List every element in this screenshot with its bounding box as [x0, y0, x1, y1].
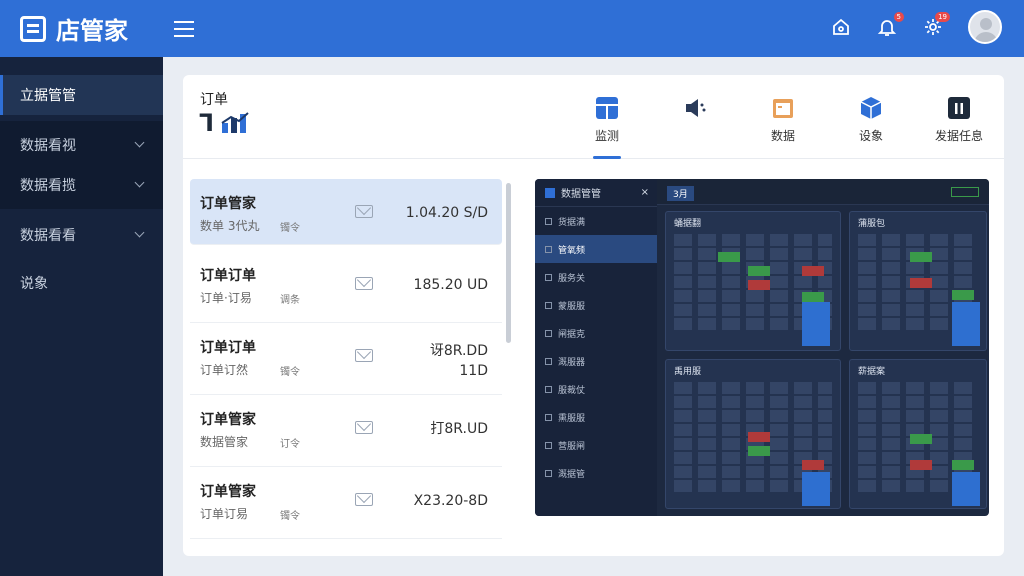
mail-icon[interactable] [355, 349, 373, 362]
home-icon[interactable] [830, 16, 852, 38]
list-scrollbar[interactable] [506, 183, 511, 343]
preview-menu-item[interactable]: 溉服器 [535, 347, 657, 375]
speaker-icon [686, 99, 706, 117]
header-glyphs: ᒣ [199, 109, 250, 137]
chevron-down-icon [134, 177, 145, 188]
preview-menu-item[interactable]: 熏服服 [535, 403, 657, 431]
sidebar-item-2[interactable]: 数据看揽 [0, 165, 163, 205]
avatar[interactable] [968, 10, 1002, 44]
preview-panel: 禹用服 [665, 359, 841, 509]
list-item[interactable]: 订单管家 数单 3代丸 镯令 1.04.20 S/D [190, 179, 502, 245]
bar-chart-icon [948, 97, 970, 119]
chart-icon [221, 112, 249, 133]
mail-icon[interactable] [355, 493, 373, 506]
preview-menu-item[interactable]: 闸据克 [535, 319, 657, 347]
box-icon [860, 97, 882, 119]
bell-icon[interactable]: 5 [876, 12, 904, 38]
tab-0[interactable]: 监测 [563, 95, 651, 159]
page-title: 订单 [200, 92, 228, 108]
sidebar-item-0[interactable]: 立据管管 [0, 75, 163, 115]
panel-header: 订单 ᒣ 监测 数据 设象 发据任息 [183, 75, 1004, 159]
tab-2[interactable]: 数据 [739, 95, 827, 159]
main-panel: 订单 ᒣ 监测 数据 设象 发据任息 订单管家 数单 3代丸 镯令 1.04.2… [183, 75, 1004, 556]
mail-icon[interactable] [355, 205, 373, 218]
menu-toggle-icon[interactable] [174, 20, 194, 37]
preview-menu-item[interactable]: 蒙服服 [535, 291, 657, 319]
preview-menu-item[interactable]: 管氧频 [535, 235, 657, 263]
grid-icon [596, 97, 618, 119]
preview-menu-item[interactable]: 货据满 [535, 207, 657, 235]
list-item[interactable]: 订单管家 订单订易 镯令 X23.20-8D [190, 467, 502, 539]
sidebar-item-3[interactable]: 数据看看 [0, 215, 163, 255]
preview-menu-item[interactable]: 溉据管 [535, 459, 657, 487]
settings-badge: 19 [935, 12, 950, 22]
preview-panel: 薪据案 [849, 359, 987, 509]
mail-icon[interactable] [355, 421, 373, 434]
chevron-down-icon [134, 137, 145, 148]
sidebar-item-4[interactable]: 说象 [0, 263, 163, 303]
list-item[interactable]: 订单订单 订单·订易 调条 185.20 UD [190, 251, 502, 323]
notification-badge: 5 [893, 12, 904, 22]
top-bar: 店管家 5 19 [0, 0, 1024, 57]
logo-icon [20, 15, 46, 42]
order-list: 订单管家 数单 3代丸 镯令 1.04.20 S/D 订单订单 订单·订易 调条… [190, 179, 516, 541]
dashboard-preview[interactable]: 数据管管 × 货据满 管氧频 服务关 蒙服服 闸据克 溉服器 服裁仗 熏服服 营服… [535, 179, 989, 516]
logo-icon [545, 187, 555, 198]
preview-topbar: 3月 [657, 179, 989, 205]
tab-4[interactable]: 发据任息 [915, 95, 1003, 159]
folder-icon [773, 99, 793, 118]
sidebar: 立据管管 数据看视 数据看揽 数据看看 说象 [0, 57, 163, 576]
close-icon[interactable]: × [641, 187, 649, 198]
status-badge [951, 187, 979, 197]
tab-3[interactable]: 设象 [827, 95, 915, 159]
chevron-down-icon [134, 227, 145, 238]
app-title: 店管家 [56, 17, 128, 45]
preview-sidebar: 数据管管 × 货据满 管氧频 服务关 蒙服服 闸据克 溉服器 服裁仗 熏服服 营服… [535, 179, 657, 516]
tab-1[interactable] [651, 95, 739, 159]
preview-panel: 蒲服包 [849, 211, 987, 351]
list-item[interactable]: 订单管家 数据管家 订令 打8R.UD [190, 395, 502, 467]
sidebar-item-1[interactable]: 数据看视 [0, 125, 163, 165]
preview-menu-item[interactable]: 服裁仗 [535, 375, 657, 403]
preview-menu-item[interactable]: 服务关 [535, 263, 657, 291]
list-item[interactable]: 订单订单 订单订然 镯令 讶8R.DD 11D [190, 323, 502, 395]
brand[interactable]: 店管家 [20, 11, 128, 46]
gear-icon[interactable]: 19 [922, 12, 950, 38]
preview-menu-item[interactable]: 营服闸 [535, 431, 657, 459]
preview-panel: 蛹据翻 [665, 211, 841, 351]
mail-icon[interactable] [355, 277, 373, 290]
